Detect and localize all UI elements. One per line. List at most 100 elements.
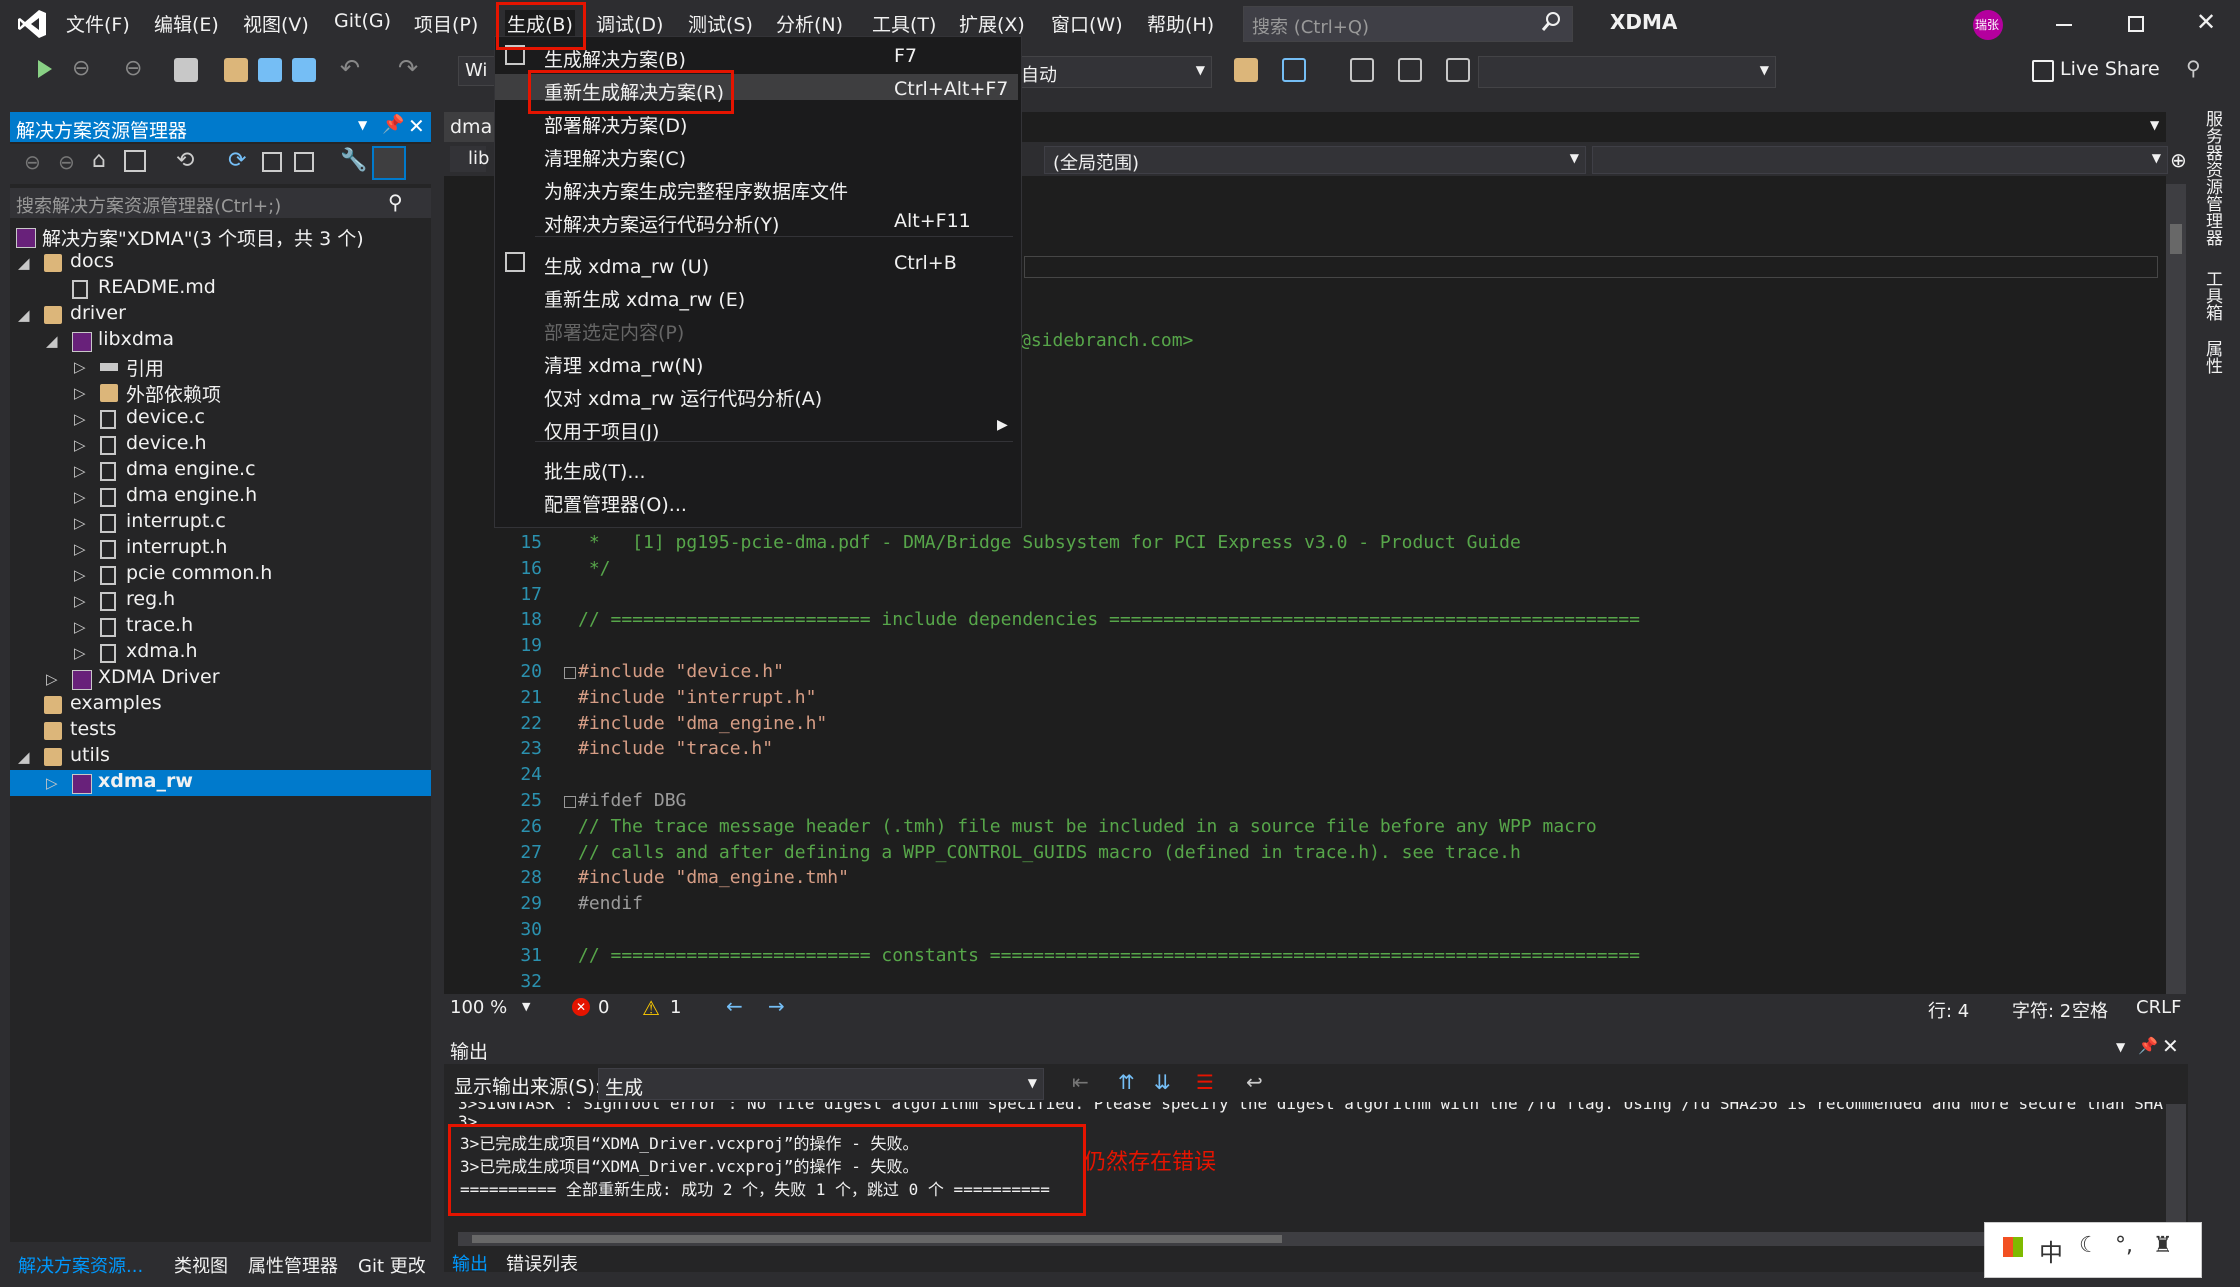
build-menu-item[interactable]: 生成 xdma_rw (U) Ctrl+B — [495, 248, 1018, 278]
vertical-scrollbar[interactable] — [2166, 184, 2198, 994]
pin-icon[interactable]: 📌 — [382, 114, 404, 135]
explorer-tab[interactable]: Git 更改 — [358, 1252, 426, 1278]
tree-item[interactable]: tests — [10, 718, 431, 744]
config-combo[interactable]: 自动 ▼ — [1016, 56, 1212, 88]
folder-icon[interactable] — [1234, 58, 1258, 82]
tree-item[interactable]: README.md — [10, 276, 431, 302]
menu-0[interactable]: 文件(F) — [66, 10, 130, 37]
chevron-down-icon[interactable]: ▼ — [2116, 1040, 2125, 1054]
tree-item[interactable]: ▷ 引用 — [10, 354, 431, 380]
expander-icon[interactable]: ▷ — [74, 488, 86, 506]
history-icon[interactable]: ⟲ — [176, 148, 194, 173]
tree-item[interactable]: ◢ utils — [10, 744, 431, 770]
expander-icon[interactable]: ▷ — [74, 644, 86, 662]
rail-tab[interactable]: 工具箱 — [2200, 270, 2225, 321]
live-share-button[interactable]: Live Share — [2060, 58, 2160, 80]
comment-icon[interactable] — [1398, 58, 1422, 82]
platform-combo[interactable]: Wi — [458, 56, 496, 86]
tree-item[interactable]: ▷ device.c — [10, 406, 431, 432]
tree-item[interactable]: ▷ xdma_rw — [10, 770, 431, 796]
menu-2[interactable]: 视图(V) — [243, 10, 309, 37]
expander-icon[interactable]: ▷ — [74, 410, 86, 428]
build-menu-item[interactable]: 批生成(T)... — [495, 453, 1018, 483]
forward-icon[interactable]: ⊖ — [58, 150, 75, 174]
build-menu-item[interactable]: 清理 xdma_rw(N) — [495, 347, 1018, 377]
hierarchy-icon[interactable] — [1350, 58, 1374, 82]
expander-icon[interactable]: ▷ — [46, 670, 58, 688]
menu-9[interactable]: 工具(T) — [872, 10, 936, 37]
tree-item[interactable]: ▷ reg.h — [10, 588, 431, 614]
fold-marker[interactable] — [564, 667, 576, 679]
build-menu-item[interactable]: 清理解决方案(C) — [495, 140, 1018, 170]
back-icon[interactable]: ⊖ — [24, 150, 41, 174]
zoom-combo[interactable]: 100 % ▼ — [448, 994, 532, 1022]
output-hscroll[interactable] — [458, 1232, 2164, 1246]
menu-10[interactable]: 扩展(X) — [959, 10, 1025, 37]
expander-icon[interactable]: ▷ — [74, 462, 86, 480]
clear-all-icon[interactable]: ☰ — [1196, 1070, 1214, 1094]
restore-icon[interactable] — [2128, 16, 2144, 32]
menu-4[interactable]: 项目(P) — [414, 10, 478, 37]
project-combo[interactable]: lib — [450, 146, 489, 172]
tree-item[interactable]: ▷ interrupt.c — [10, 510, 431, 536]
pin-icon[interactable]: 📌 — [2138, 1036, 2158, 1055]
build-menu-item[interactable]: 为解决方案生成完整程序数据库文件 — [495, 173, 1018, 203]
goto-previous-icon[interactable]: ⇤ — [1072, 1070, 1089, 1094]
expander-icon[interactable]: ▷ — [74, 618, 86, 636]
chevron-down-icon[interactable]: ▼ — [358, 118, 367, 132]
hscroll-thumb[interactable] — [472, 1235, 1282, 1243]
build-menu-item[interactable]: 配置管理器(O)... — [495, 486, 1018, 516]
new-project-icon[interactable] — [174, 58, 198, 82]
tree-item[interactable]: ▷ trace.h — [10, 614, 431, 640]
tree-item[interactable]: ◢ libxdma — [10, 328, 431, 354]
home-icon[interactable]: ⌂ — [92, 148, 106, 173]
scroll-thumb[interactable] — [2170, 224, 2182, 254]
tree-item[interactable]: ▷ 外部依赖项 — [10, 380, 431, 406]
target-combo[interactable]: ▼ — [1478, 56, 1776, 88]
scope-combo[interactable]: (全局范围) ▼ — [1044, 146, 1586, 174]
redo-icon[interactable]: ↷ — [398, 54, 418, 82]
tree-item[interactable]: ◢ docs — [10, 250, 431, 276]
output-tab[interactable]: 错误列表 — [506, 1250, 578, 1276]
window-icon[interactable] — [1282, 58, 1306, 82]
expander-icon[interactable]: ◢ — [18, 748, 30, 766]
expander-icon[interactable]: ◢ — [18, 254, 30, 272]
menu-12[interactable]: 帮助(H) — [1147, 10, 1214, 37]
tree-item[interactable]: ▷ xdma.h — [10, 640, 431, 666]
warning-icon[interactable]: ⚠ — [642, 996, 660, 1020]
properties-icon[interactable]: 🔧 — [340, 148, 367, 173]
explorer-tab[interactable]: 类视图 — [174, 1252, 228, 1278]
avatar[interactable]: 瑞张 — [1973, 10, 2003, 40]
expander-icon[interactable]: ◢ — [46, 332, 58, 350]
member-combo[interactable]: ▼ — [1592, 146, 2168, 174]
find-next-icon[interactable]: ⇊ — [1154, 1070, 1171, 1094]
save-icon[interactable] — [258, 58, 282, 82]
build-menu-item[interactable]: 仅对 xdma_rw 运行代码分析(A) — [495, 380, 1018, 410]
live-share-icon[interactable] — [2032, 60, 2054, 82]
code-view[interactable]: 15 * [1] pg195-pcie-dma.pdf - DMA/Bridge… — [444, 532, 2144, 1002]
ime-toolbar[interactable]: 中 ☾ °, ♜ — [1984, 1222, 2202, 1278]
tree-item[interactable]: ▷ dma engine.h — [10, 484, 431, 510]
arrow-right-icon[interactable]: → — [768, 994, 785, 1018]
build-menu-item[interactable]: 仅用于项目(J) ▶ — [495, 413, 1018, 443]
expander-icon[interactable]: ▷ — [74, 540, 86, 558]
expander-icon[interactable]: ▷ — [74, 384, 86, 402]
rail-tab[interactable]: 属性 — [2200, 340, 2225, 374]
close-icon[interactable]: ✕ — [2162, 1034, 2179, 1058]
save-all-icon[interactable] — [292, 58, 316, 82]
error-icon[interactable]: ✕ — [572, 998, 590, 1016]
tree-item[interactable]: ▷ device.h — [10, 432, 431, 458]
preview-icon[interactable] — [372, 146, 406, 180]
tab-overflow-icon[interactable]: ▼ — [2150, 118, 2159, 132]
split-handle-icon[interactable]: ⊕ — [2170, 148, 2187, 172]
close-icon[interactable]: ✕ — [2196, 8, 2216, 36]
rail-tab[interactable]: 服务器资源管理器 — [2200, 110, 2225, 246]
expander-icon[interactable]: ▷ — [74, 514, 86, 532]
format-icon[interactable] — [1446, 58, 1470, 82]
search-box[interactable]: 搜索 (Ctrl+Q) — [1243, 6, 1573, 42]
switch-views-icon[interactable] — [124, 150, 146, 172]
build-menu-item[interactable]: 重新生成 xdma_rw (E) — [495, 281, 1018, 311]
sync-icon[interactable]: ⟳ — [228, 148, 246, 173]
tree-item[interactable]: ◢ driver — [10, 302, 431, 328]
eol-indicator[interactable]: CRLF — [2136, 997, 2181, 1018]
